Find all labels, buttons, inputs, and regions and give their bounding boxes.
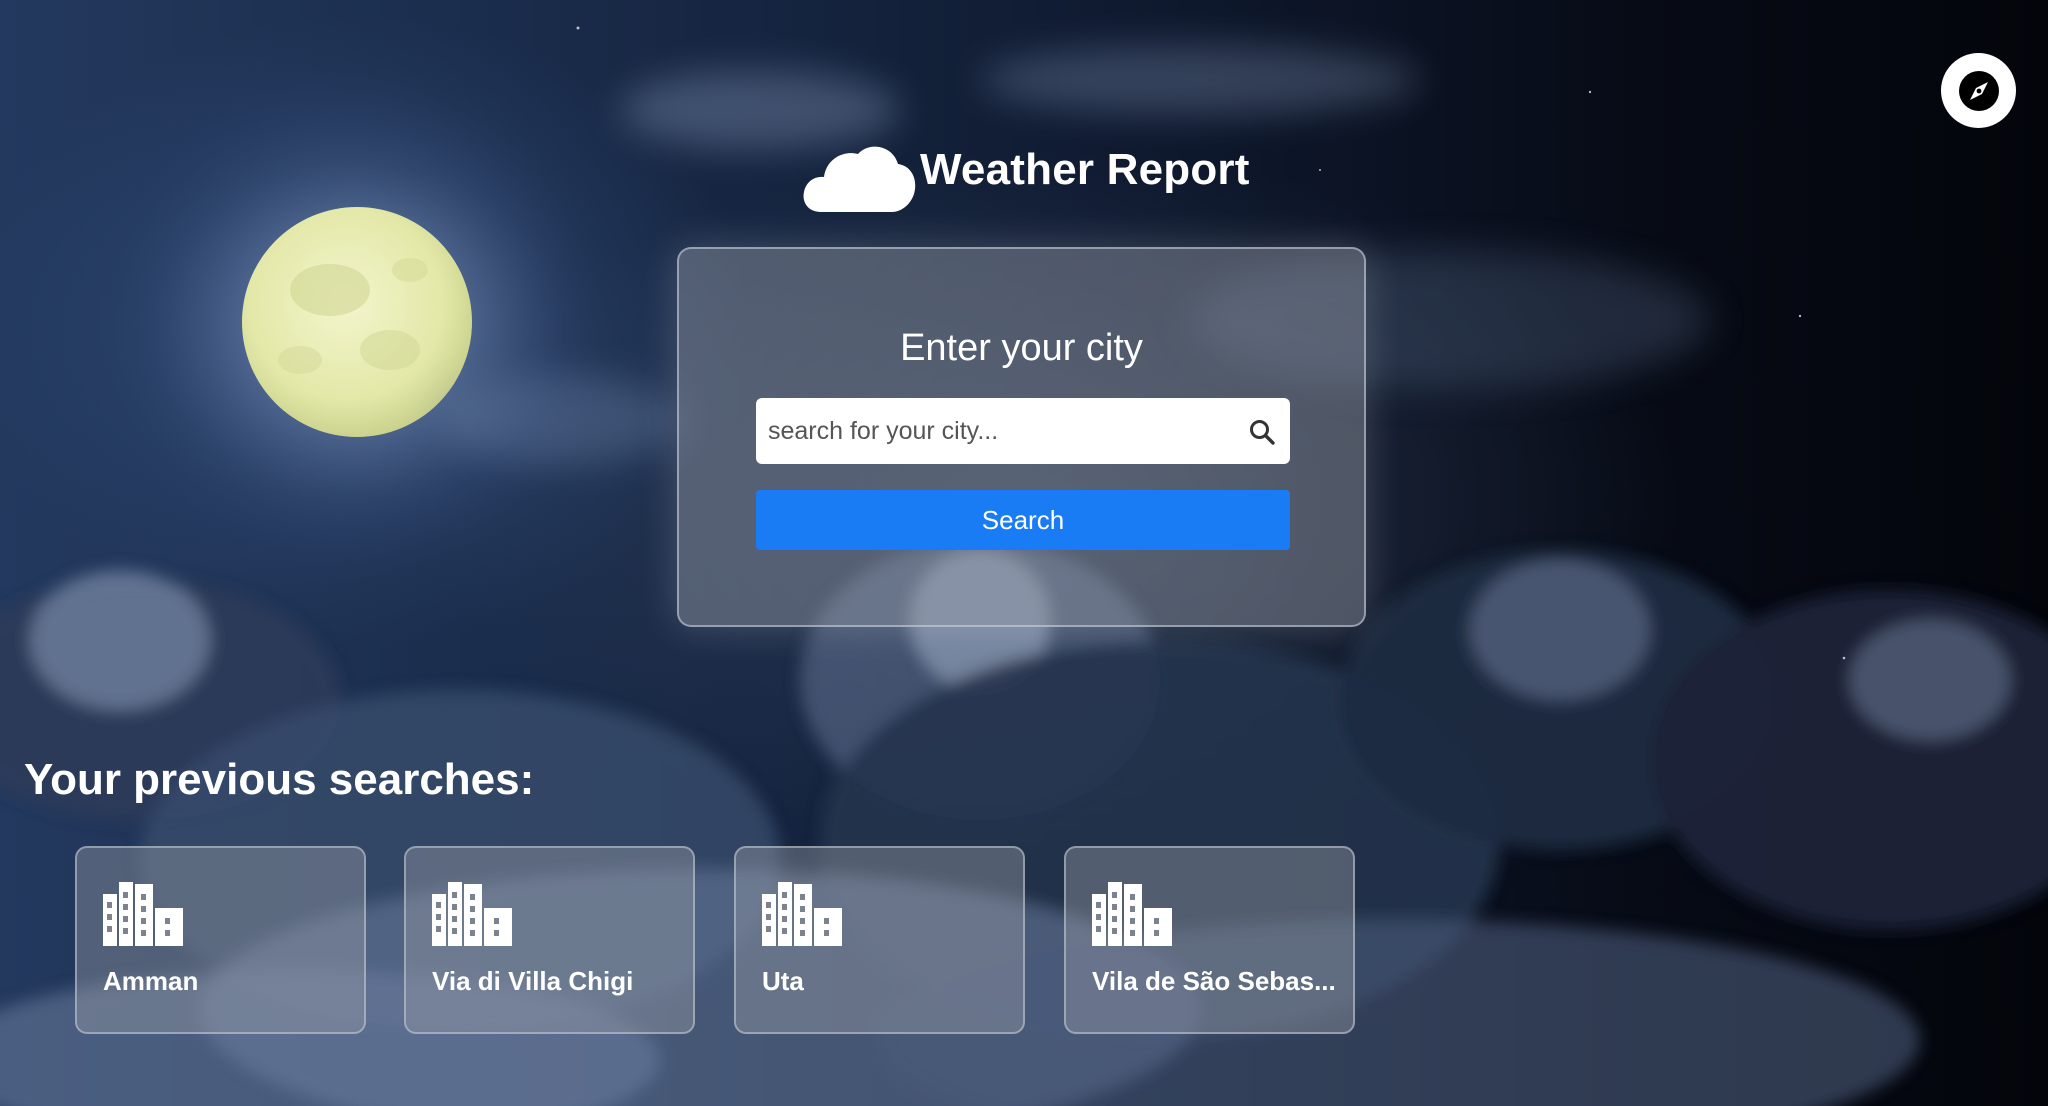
search-heading: Enter your city [900,327,1143,369]
previous-search-card[interactable]: Amman [75,846,366,1034]
compass-icon [1958,70,1999,111]
search-card: Enter your city Search [677,247,1366,627]
search-field-wrapper [756,398,1290,464]
previous-search-card[interactable]: Via di Villa Chigi [404,846,695,1034]
moon [242,207,472,437]
previous-searches-heading: Your previous searches: [24,755,535,804]
previous-search-label: Via di Villa Chigi [432,966,634,996]
city-buildings-icon [762,882,842,946]
cloud-icon [803,146,916,212]
previous-search-card[interactable]: Uta [734,846,1025,1034]
previous-search-card[interactable]: Vila de São Sebas... [1064,846,1355,1034]
compass-button[interactable] [1941,53,2016,128]
city-buildings-icon [1092,882,1172,946]
app-title: Weather Report [920,145,1250,194]
city-search-input[interactable] [756,398,1216,464]
city-buildings-icon [103,882,183,946]
app-header: Weather Report [800,130,1250,220]
search-icon[interactable] [1248,418,1276,446]
search-button[interactable]: Search [756,490,1290,550]
city-buildings-icon [432,882,512,946]
previous-search-label: Vila de São Sebas... [1092,966,1336,996]
previous-search-label: Uta [762,966,804,996]
previous-search-label: Amman [103,966,199,996]
